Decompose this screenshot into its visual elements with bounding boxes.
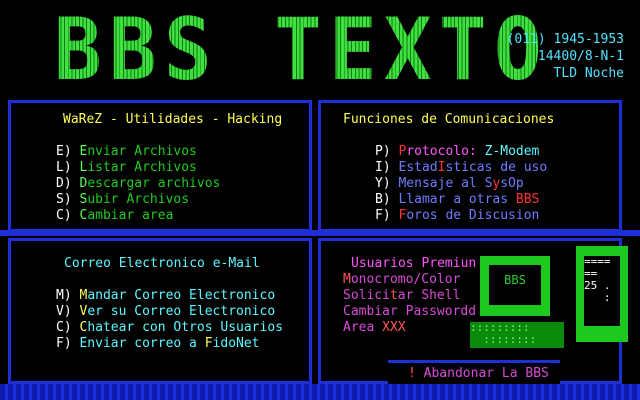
menu-item-foros[interactable]: F) Foros de Discusion [375,208,547,224]
correo-menu: M) Mandar Correo Electronico V) Ver su C… [56,288,283,352]
monitor-icon: BBS [480,256,550,316]
tower-icon: ==== == 25 . : [576,246,628,342]
menu-item-monocromo-color[interactable]: Monocromo/Color [343,272,476,288]
keyboard-icon: ::::::::: :::::::: [470,322,564,348]
warez-heading: WaReZ - Utilidades - Hacking [63,112,283,127]
menu-item-descargar-archivos[interactable]: D) Descargar archivos [56,176,220,192]
premium-heading: Usuarios Premiun [351,256,477,271]
node-name: TLD Noche [553,66,624,81]
funciones-heading: Funciones de Comunicaciones [343,112,555,127]
exit-button[interactable]: ! Abandonar La BBS [388,360,560,385]
monitor-screen-label: BBS [489,265,541,305]
divider-bar [0,230,640,236]
connection-info: (011) 1945-1953 14400/8-N-1 TLD Noche [507,32,624,83]
premium-menu: Monocromo/Color Solicitar Shell Cambiar … [343,272,476,336]
menu-item-subir-archivos[interactable]: S) Subir Archivos [56,192,220,208]
menu-item-area-xxx[interactable]: Area XXX [343,320,476,336]
phone-number: (011) 1945-1953 [506,32,624,47]
menu-item-ver-correo[interactable]: V) Ver su Correo Electronico [56,304,283,320]
menu-item-solicitar-shell[interactable]: Solicitar Shell [343,288,476,304]
modem-settings: 14400/8-N-1 [537,49,624,64]
menu-item-listar-archivos[interactable]: L) Listar Archivos [56,160,220,176]
bottom-bar [0,384,640,400]
menu-item-cambiar-area[interactable]: C) Cambiar area [56,208,220,224]
exit-label: Abandonar La BBS [423,366,549,381]
menu-item-chatear[interactable]: C) Chatear con Otros Usuarios [56,320,283,336]
menu-item-fidonet[interactable]: F) Enviar correo a FidoNet [56,336,283,352]
correo-heading: Correo Electronico e-Mail [64,256,260,271]
bbs-title-logo: BBS TEXTO [54,0,549,100]
funciones-menu: P) Protocolo: Z-Modem I) EstadIsticas de… [375,144,547,224]
menu-item-mensaje-sysop[interactable]: Y) Mensaje al SysOp [375,176,547,192]
tower-screen: ==== == 25 . : [584,256,620,326]
menu-item-estadisticas[interactable]: I) EstadIsticas de uso [375,160,547,176]
menu-item-mandar-correo[interactable]: M) Mandar Correo Electronico [56,288,283,304]
warez-menu: E) Enviar Archivos L) Listar Archivos D)… [56,144,220,224]
exit-icon: ! [408,366,416,381]
menu-item-enviar-archivos[interactable]: E) Enviar Archivos [56,144,220,160]
menu-item-protocolo[interactable]: P) Protocolo: Z-Modem [375,144,547,160]
menu-item-cambiar-password[interactable]: Cambiar Passwordd [343,304,476,320]
menu-item-llamar-bbs[interactable]: B) Llamar a otras BBS [375,192,547,208]
